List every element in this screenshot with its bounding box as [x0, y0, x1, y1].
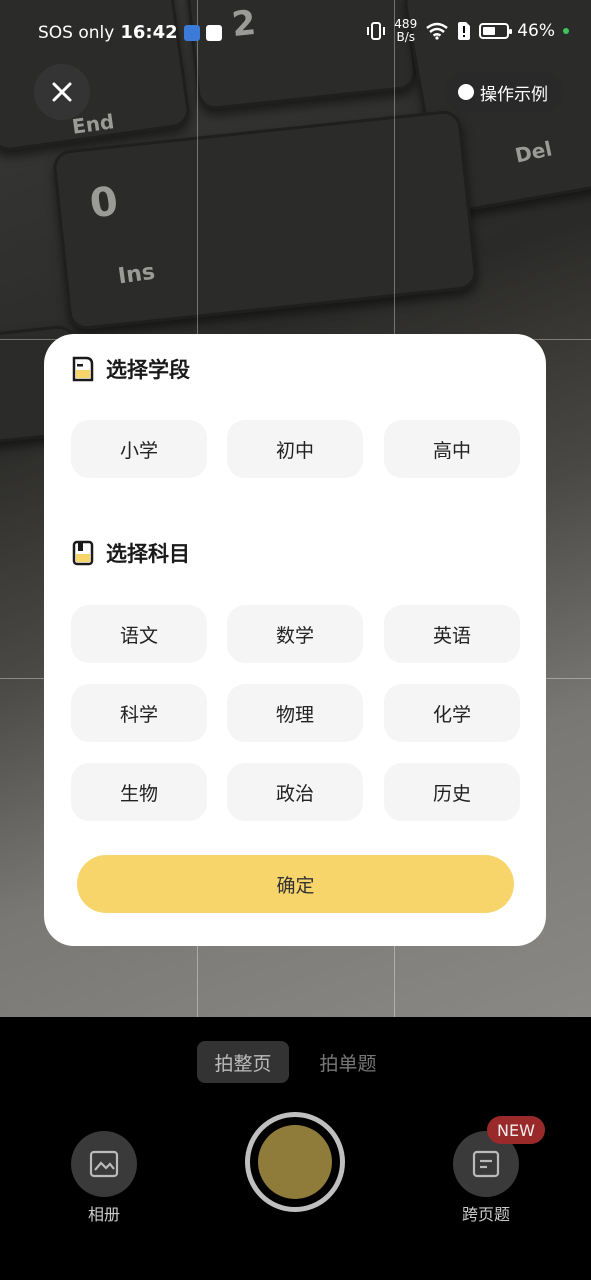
vibrate-icon	[367, 22, 386, 40]
grade-chip-primary[interactable]: 小学	[71, 420, 207, 478]
subject-chip[interactable]: 数学	[227, 605, 363, 663]
mode-label: 拍单题	[319, 1052, 377, 1075]
grade-chip-senior[interactable]: 高中	[384, 420, 520, 478]
shutter-button[interactable]	[245, 1112, 345, 1212]
net-speed: 489 B/s	[394, 18, 417, 44]
grade-title-text: 选择学段	[106, 358, 190, 382]
mode-whole-page-tab[interactable]: 拍整页	[197, 1041, 289, 1083]
status-bar: SOS only 16:42 489 B/s 46%	[0, 0, 591, 66]
select-dialog: 选择学段 小学 初中 高中 选择科目 语文 数学 英语 科学 物理 化学 生物 …	[44, 334, 546, 946]
chip-label: 科学	[119, 703, 158, 726]
chip-label: 生物	[119, 782, 158, 805]
subject-icon	[72, 540, 94, 566]
subject-chip[interactable]: 英语	[384, 605, 520, 663]
cross-page-icon	[472, 1150, 500, 1178]
new-badge: NEW	[487, 1116, 545, 1144]
gallery-icon	[89, 1150, 119, 1178]
grade-section-title: 选择学段	[72, 354, 190, 384]
battery-percent: 46%	[517, 21, 555, 41]
operation-example-button[interactable]: 操作示例	[444, 72, 564, 112]
chip-label: 英语	[432, 624, 471, 647]
chip-label: 高中	[432, 439, 471, 462]
subject-chip[interactable]: 历史	[384, 763, 520, 821]
subject-chip[interactable]: 科学	[71, 684, 207, 742]
album-label: 相册	[87, 1205, 120, 1224]
wifi-icon	[426, 22, 448, 40]
close-button[interactable]	[34, 64, 90, 120]
subject-chip[interactable]: 化学	[384, 684, 520, 742]
key-label-ins: Ins	[116, 259, 157, 290]
chip-label: 化学	[432, 703, 471, 726]
chip-label: 历史	[432, 782, 471, 805]
chip-label: 政治	[275, 782, 314, 805]
grade-chip-junior[interactable]: 初中	[227, 420, 363, 478]
chip-label: 数学	[275, 624, 314, 647]
mode-single-question-tab[interactable]: 拍单题	[305, 1041, 391, 1083]
operation-example-label: 操作示例	[480, 84, 548, 105]
shutter-inner	[258, 1125, 332, 1199]
battery-icon	[479, 23, 513, 39]
bottom-control-bar: 拍整页 拍单题 相册 跨页题 NEW	[0, 1017, 591, 1280]
subject-title-text: 选择科目	[106, 542, 190, 566]
subject-chip[interactable]: 生物	[71, 763, 207, 821]
album-button[interactable]	[71, 1131, 137, 1197]
subject-chip[interactable]: 政治	[227, 763, 363, 821]
chip-label: 语文	[119, 624, 158, 647]
confirm-button[interactable]: 确定	[77, 855, 514, 913]
chip-label: 物理	[275, 703, 314, 726]
mode-label: 拍整页	[214, 1052, 272, 1075]
subject-chip[interactable]: 语文	[71, 605, 207, 663]
cross-page-label: 跨页题	[461, 1205, 510, 1224]
grade-icon	[72, 356, 94, 382]
confirm-label: 确定	[276, 874, 315, 897]
alert-sim-icon	[458, 22, 471, 40]
chip-label: 初中	[275, 439, 314, 462]
close-icon	[52, 82, 72, 102]
app-notification-icon	[183, 24, 200, 41]
subject-section-title: 选择科目	[72, 538, 190, 568]
chip-label: 小学	[119, 439, 158, 462]
play-icon	[458, 84, 474, 100]
subject-chip[interactable]: 物理	[227, 684, 363, 742]
net-speed-unit: B/s	[396, 30, 416, 44]
clock: 16:42	[120, 22, 178, 43]
privacy-dot	[563, 28, 569, 34]
app-notification-icon	[205, 24, 222, 41]
carrier-text: SOS only	[38, 22, 115, 43]
